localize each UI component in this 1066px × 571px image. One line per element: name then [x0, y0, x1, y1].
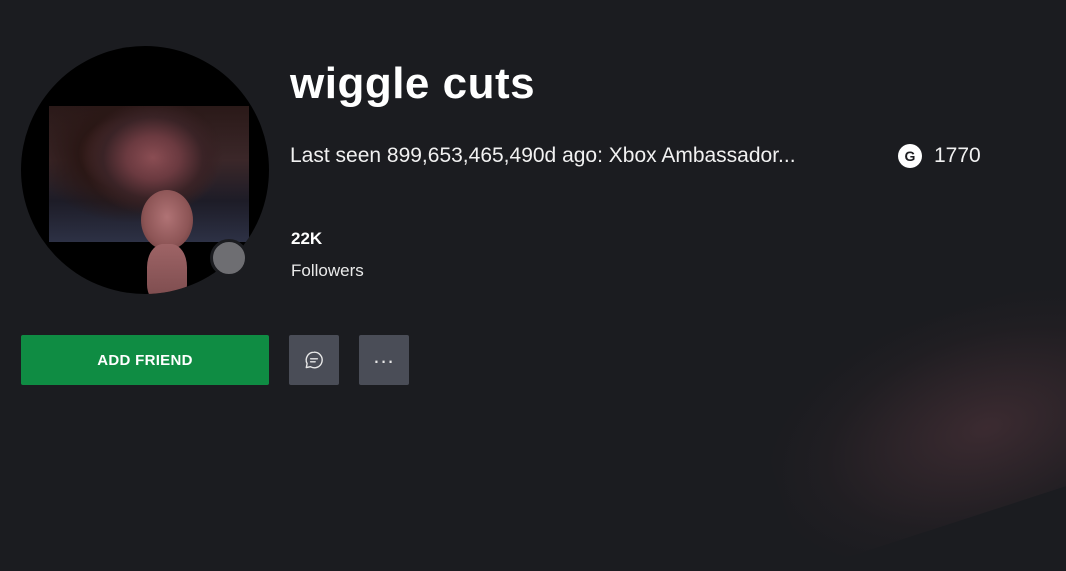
avatar-photo: [49, 106, 249, 294]
more-options-icon: ...: [373, 343, 395, 368]
gamerscore-icon: G: [898, 144, 922, 168]
add-friend-button[interactable]: ADD FRIEND: [21, 335, 269, 385]
followers-label[interactable]: Followers: [291, 259, 364, 283]
presence-status-dot: [210, 239, 248, 277]
background-decoration: [743, 269, 1066, 571]
avatar-face: [141, 190, 193, 250]
chat-bubble-icon: [305, 351, 323, 369]
avatar-hand: [147, 244, 187, 294]
profile-avatar[interactable]: [21, 46, 269, 294]
message-button[interactable]: [289, 335, 339, 385]
followers-count[interactable]: 22K: [291, 227, 322, 251]
more-options-button[interactable]: ...: [359, 335, 409, 385]
gamerscore-value: 1770: [934, 144, 981, 167]
gamertag-title: wiggle cuts: [290, 59, 536, 108]
last-seen-status: Last seen 899,653,465,490d ago: Xbox Amb…: [290, 144, 796, 167]
